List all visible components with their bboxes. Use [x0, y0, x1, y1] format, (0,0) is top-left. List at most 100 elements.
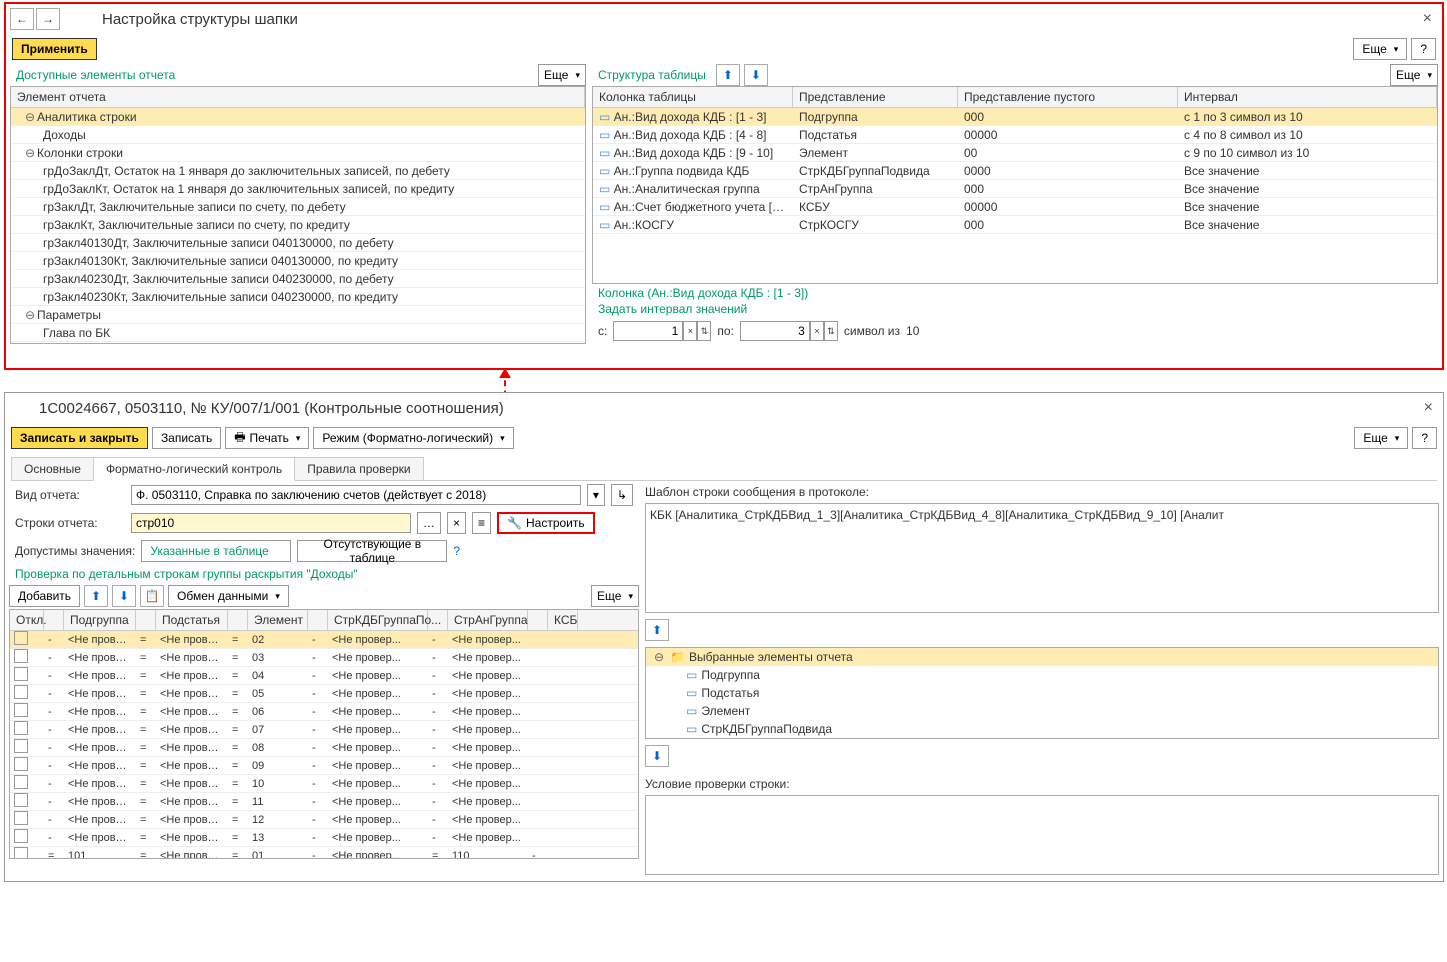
selected-item[interactable]: ▭ СтрКДБГруппаПодвида	[646, 720, 1438, 738]
grid-row[interactable]: -<Не провер...=<Не провер...=13-<Не пров…	[10, 829, 638, 847]
structure-row[interactable]: ▭ Ан.:Вид дохода КДБ : [9 - 10]Элемент00…	[593, 144, 1437, 162]
bottom-close-button[interactable]: ×	[1418, 399, 1439, 417]
allowed-label: Допустимы значения:	[15, 544, 135, 558]
selected-item[interactable]: ▭ Подгруппа	[646, 666, 1438, 684]
report-type-dropdown[interactable]: ▾	[587, 484, 605, 506]
tree-row[interactable]: грЗаклДт, Заключительные записи по счету…	[11, 198, 585, 216]
grid-row[interactable]: -<Не провер...=<Не провер...=05-<Не пров…	[10, 685, 638, 703]
template-label: Шаблон строки сообщения в протоколе:	[645, 481, 1439, 503]
grid-h6: Элемент	[248, 610, 308, 630]
grid-row[interactable]: -<Не провер...=<Не провер...=07-<Не пров…	[10, 721, 638, 739]
selected-item[interactable]: ▭ Подстатья	[646, 684, 1438, 702]
tab-format-logic[interactable]: Форматно-логический контроль	[93, 457, 295, 481]
to-spin[interactable]: ⇅	[824, 321, 838, 341]
left-more-button[interactable]: Еще	[538, 64, 586, 86]
tree-row[interactable]: грЗаклКт, Заключительные записи по счету…	[11, 216, 585, 234]
bottom-help-button[interactable]: ?	[1412, 427, 1437, 449]
report-rows-input[interactable]	[131, 513, 411, 533]
allowed-not-in-table-button[interactable]: Отсутствующие в таблице	[297, 540, 447, 562]
configure-button[interactable]: 🔧 Настроить	[497, 512, 595, 534]
suffix-label: символ из	[844, 324, 900, 338]
grid-row[interactable]: -<Не провер...=<Не провер...=02-<Не пров…	[10, 631, 638, 649]
add-button[interactable]: Добавить	[9, 585, 80, 607]
grid-row[interactable]: -<Не провер...=<Не провер...=10-<Не пров…	[10, 775, 638, 793]
print-button[interactable]: 🖶 Печать	[225, 427, 309, 449]
back-button[interactable]: ←	[10, 8, 34, 30]
grid-up-button[interactable]: ⬆	[84, 585, 108, 607]
structure-row[interactable]: ▭ Ан.:Счет бюджетного учета [Код]КСБУ000…	[593, 198, 1437, 216]
right-more-button[interactable]: Еще	[1390, 64, 1438, 86]
structure-row[interactable]: ▭ Ан.:Аналитическая группаСтрАнГруппа000…	[593, 180, 1437, 198]
from-clear[interactable]: ×	[683, 321, 697, 341]
grid-h4: Подстатья	[156, 610, 228, 630]
tree-row[interactable]: Глава по БК	[11, 324, 585, 342]
grid-h3	[136, 610, 156, 630]
selected-elements-tree: ⊖📁Выбранные элементы отчета ▭ Подгруппа▭…	[645, 647, 1439, 739]
mode-button[interactable]: Режим (Форматно-логический)	[313, 427, 513, 449]
to-input[interactable]	[740, 321, 810, 341]
close-button[interactable]: ×	[1417, 10, 1438, 28]
to-clear[interactable]: ×	[810, 321, 824, 341]
save-close-button[interactable]: Записать и закрыть	[11, 427, 148, 449]
report-type-open[interactable]: ↳	[611, 484, 633, 506]
grid-h11	[528, 610, 548, 630]
grid-h0: Откл.	[10, 610, 44, 630]
save-button[interactable]: Записать	[152, 427, 221, 449]
grid-down-button[interactable]: ⬇	[112, 585, 136, 607]
tree-row[interactable]: Доходы	[11, 126, 585, 144]
rows-ellipsis[interactable]: …	[417, 512, 441, 534]
rows-list[interactable]: ≡	[472, 512, 491, 534]
grid-row[interactable]: -<Не провер...=<Не провер...=11-<Не пров…	[10, 793, 638, 811]
detail-grid: Откл. Подгруппа Подстатья Элемент СтрКДБ…	[9, 609, 639, 859]
structure-row[interactable]: ▭ Ан.:Группа подвида КДБСтрКДБГруппаПодв…	[593, 162, 1437, 180]
from-input[interactable]	[613, 321, 683, 341]
tree-row[interactable]: ⊖Параметры	[11, 306, 585, 324]
tree-row[interactable]: грЗакл40130Кт, Заключительные записи 040…	[11, 252, 585, 270]
tree-row[interactable]: грДоЗаклКт, Остаток на 1 января до заклю…	[11, 180, 585, 198]
more-button[interactable]: Еще	[1353, 38, 1407, 60]
column-info-label: Колонка (Ан.:Вид дохода КДБ : [1 - 3])	[592, 284, 1438, 302]
tree-row[interactable]: грЗакл40130Дт, Заключительные записи 040…	[11, 234, 585, 252]
grid-row[interactable]: =101=<Не провер...=01-<Не провер...=110-	[10, 847, 638, 859]
grid-row[interactable]: -<Не провер...=<Не провер...=06-<Не пров…	[10, 703, 638, 721]
condition-textarea[interactable]	[645, 795, 1439, 875]
structure-table: Колонка таблицы Представление Представле…	[592, 86, 1438, 284]
apply-button[interactable]: Применить	[12, 38, 97, 60]
exchange-button[interactable]: Обмен данными	[168, 585, 289, 607]
grid-copy-button[interactable]: 📋	[140, 585, 164, 607]
grid-more-button[interactable]: Еще	[591, 585, 639, 607]
move-up-button[interactable]: ⬆	[716, 64, 740, 86]
structure-row[interactable]: ▭ Ан.:Вид дохода КДБ : [1 - 3]Подгруппа0…	[593, 108, 1437, 126]
from-spin[interactable]: ⇅	[697, 321, 711, 341]
bottom-title: 1С0024667, 0503110, № КУ/007/1/001 (Конт…	[39, 400, 504, 417]
rows-clear[interactable]: ×	[447, 512, 466, 534]
template-up-button[interactable]: ⬆	[645, 619, 669, 641]
help-button[interactable]: ?	[1411, 38, 1436, 60]
tab-check-rules[interactable]: Правила проверки	[294, 457, 423, 480]
tab-main[interactable]: Основные	[11, 457, 94, 480]
grid-row[interactable]: -<Не провер...=<Не провер...=04-<Не пров…	[10, 667, 638, 685]
grid-row[interactable]: -<Не провер...=<Не провер...=09-<Не пров…	[10, 757, 638, 775]
grid-row[interactable]: -<Не провер...=<Не провер...=12-<Не пров…	[10, 811, 638, 829]
allowed-help-icon[interactable]: ?	[453, 544, 460, 558]
template-down-button[interactable]: ⬇	[645, 745, 669, 767]
tree-row[interactable]: грЗакл40230Дт, Заключительные записи 040…	[11, 270, 585, 288]
tree-row[interactable]: ⊖Аналитика строки	[11, 108, 585, 126]
template-textarea[interactable]: КБК [Аналитика_СтрКДБВид_1_3][Аналитика_…	[645, 503, 1439, 613]
structure-row[interactable]: ▭ Ан.:Вид дохода КДБ : [4 - 8]Подстатья0…	[593, 126, 1437, 144]
report-type-input[interactable]	[131, 485, 581, 505]
forward-button[interactable]: →	[36, 8, 60, 30]
tree-root[interactable]: ⊖📁Выбранные элементы отчета	[646, 648, 1438, 666]
annotation-arrow-head	[499, 368, 511, 378]
tree-row[interactable]: грДоЗаклДт, Остаток на 1 января до заклю…	[11, 162, 585, 180]
structure-row[interactable]: ▭ Ан.:КОСГУСтрКОСГУ000Все значение	[593, 216, 1437, 234]
tree-row[interactable]: грЗакл40230Кт, Заключительные записи 040…	[11, 288, 585, 306]
tree-row[interactable]: ⊖Колонки строки	[11, 144, 585, 162]
grid-row[interactable]: -<Не провер...=<Не провер...=03-<Не пров…	[10, 649, 638, 667]
allowed-in-table-button[interactable]: Указанные в таблице	[141, 540, 291, 562]
move-down-button[interactable]: ⬇	[744, 64, 768, 86]
bottom-more-button[interactable]: Еще	[1354, 427, 1408, 449]
selected-item[interactable]: ▭ Элемент	[646, 702, 1438, 720]
condition-label: Условие проверки строки:	[645, 773, 1439, 795]
grid-row[interactable]: -<Не провер...=<Не провер...=08-<Не пров…	[10, 739, 638, 757]
